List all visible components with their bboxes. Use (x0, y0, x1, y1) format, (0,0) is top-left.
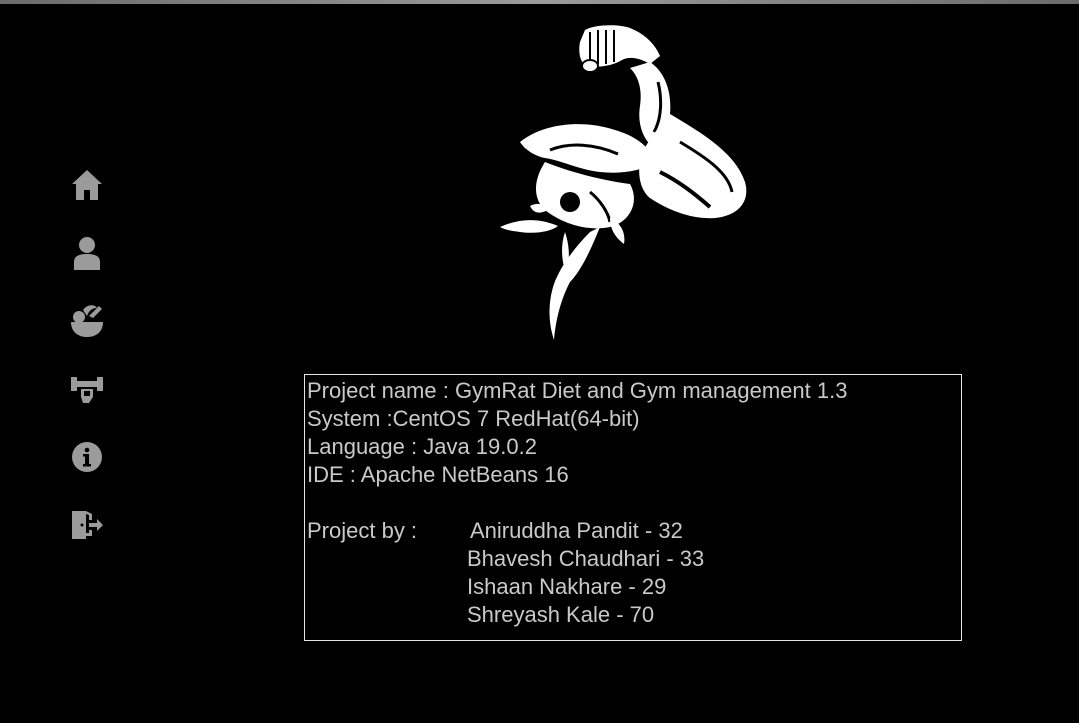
sidebar-item-diet[interactable] (60, 296, 114, 346)
member-item: Shreyash Kale - 70 (467, 602, 655, 627)
info-icon (71, 441, 103, 473)
logout-icon (70, 508, 104, 542)
flexed-arm-logo (500, 25, 747, 340)
system-text: System :CentOS 7 RedHat(64-bit) (307, 406, 640, 431)
user-icon (72, 236, 102, 270)
gymrat-logo (490, 22, 760, 347)
sidebar-item-logout[interactable] (60, 500, 114, 550)
about-screen: Project name : GymRat Diet and Gym manag… (0, 0, 1079, 723)
sidebar-item-gym[interactable] (60, 364, 114, 414)
sidebar-item-about[interactable] (60, 432, 114, 482)
language-text: Language : Java 19.0.2 (307, 434, 537, 459)
diet-bowl-icon (69, 304, 105, 338)
window-top-strip (0, 0, 1079, 4)
member-item: Aniruddha Pandit - 32 (470, 518, 683, 543)
project-by-label: Project by : (307, 518, 418, 543)
project-name-text: Project name : GymRat Diet and Gym manag… (307, 378, 848, 403)
project-info-box: Project name : GymRat Diet and Gym manag… (304, 374, 962, 641)
member-item: Bhavesh Chaudhari - 33 (467, 546, 705, 571)
gym-icon (69, 373, 105, 405)
ide-text: IDE : Apache NetBeans 16 (307, 462, 569, 487)
home-icon (70, 168, 104, 202)
sidebar-item-profile[interactable] (60, 228, 114, 278)
sidebar-item-home[interactable] (60, 160, 114, 210)
member-item: Ishaan Nakhare - 29 (467, 574, 667, 599)
